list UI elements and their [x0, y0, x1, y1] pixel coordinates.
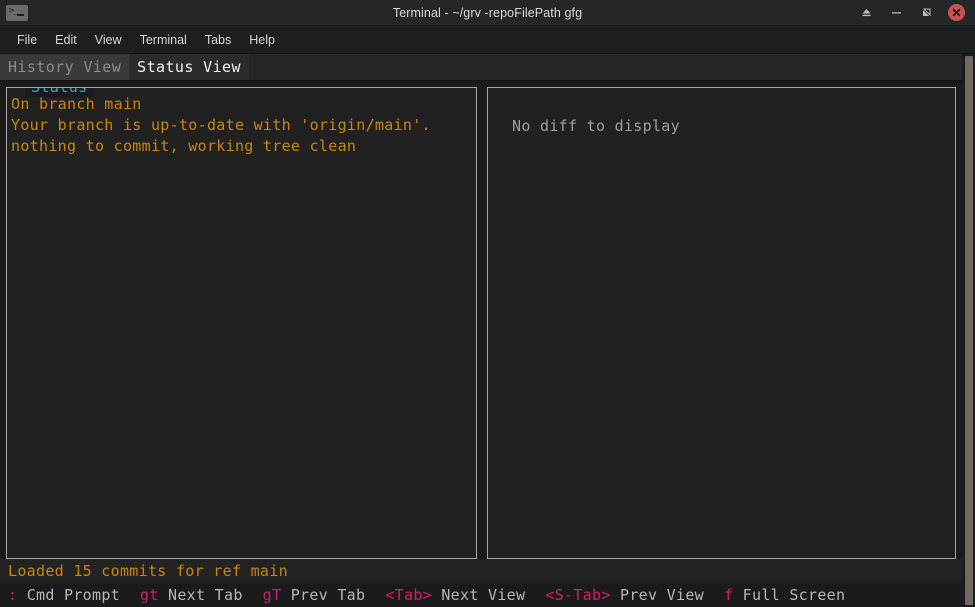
minimize-icon[interactable] [888, 5, 904, 21]
diff-empty-message: No diff to display [512, 117, 680, 135]
diff-pane-body: No diff to display [488, 88, 955, 137]
status-line: Your branch is up-to-date with 'origin/m… [11, 116, 431, 134]
status-line: On branch main [11, 95, 142, 113]
help-bar: : Cmd Prompt gt Next Tab gT Prev Tab <Tab> … [0, 583, 962, 607]
terminal-window: >_ Terminal - ~/grv -repoFilePath gfg Fi… [0, 0, 975, 607]
pane-container: Status On branch main Your branch is up-… [0, 81, 962, 559]
tab-history-view[interactable]: History View [0, 54, 130, 80]
help-key-prev-tab[interactable]: gT [263, 586, 282, 604]
terminal-content: History View Status View Status On branc… [0, 54, 975, 607]
help-desc-full-screen: Full Screen [742, 586, 846, 604]
help-key-next-tab[interactable]: gt [140, 586, 159, 604]
maximize-icon[interactable] [918, 5, 934, 21]
grv-app: History View Status View Status On branc… [0, 54, 962, 607]
eject-icon[interactable] [858, 5, 874, 21]
close-icon[interactable] [948, 4, 965, 21]
help-key-next-view[interactable]: <Tab> [385, 586, 432, 604]
menu-bar: File Edit View Terminal Tabs Help [0, 26, 975, 54]
menu-item-edit[interactable]: Edit [46, 30, 86, 50]
window-controls [858, 4, 965, 21]
status-pane-body: On branch main Your branch is up-to-date… [7, 88, 476, 157]
grv-tab-bar: History View Status View [0, 54, 962, 81]
status-message-bar: Loaded 15 commits for ref main [0, 559, 962, 583]
tab-status-view[interactable]: Status View [129, 54, 249, 80]
status-message: Loaded 15 commits for ref main [8, 562, 288, 580]
status-line: nothing to commit, working tree clean [11, 137, 357, 155]
help-key-full-screen[interactable]: f [724, 586, 733, 604]
terminal-scrollbar[interactable] [962, 54, 975, 607]
help-desc-prev-view: Prev View [620, 586, 704, 604]
bottom-bars: Loaded 15 commits for ref main : Cmd Pro… [0, 559, 962, 607]
help-desc-next-tab: Next Tab [168, 586, 243, 604]
help-desc-next-view: Next View [441, 586, 526, 604]
status-pane-title: Status [25, 88, 94, 97]
terminal-icon-cursor [17, 13, 24, 16]
help-desc-prev-tab: Prev Tab [290, 586, 366, 604]
menu-item-tabs[interactable]: Tabs [196, 30, 240, 50]
help-key-cmd-prompt[interactable]: : [8, 586, 17, 604]
window-title: Terminal - ~/grv -repoFilePath gfg [392, 5, 583, 20]
help-key-prev-view[interactable]: <S-Tab> [545, 586, 610, 604]
terminal-icon: >_ [6, 4, 28, 21]
title-bar: >_ Terminal - ~/grv -repoFilePath gfg [0, 0, 975, 26]
diff-pane[interactable]: No diff to display [487, 87, 956, 559]
menu-item-file[interactable]: File [8, 30, 46, 50]
tab-bar-filler [248, 54, 962, 80]
status-pane[interactable]: Status On branch main Your branch is up-… [6, 87, 477, 559]
scrollbar-thumb[interactable] [965, 56, 973, 605]
menu-item-view[interactable]: View [86, 30, 131, 50]
menu-item-terminal[interactable]: Terminal [131, 30, 196, 50]
help-desc-cmd-prompt: Cmd Prompt [26, 586, 120, 604]
menu-item-help[interactable]: Help [240, 30, 284, 50]
